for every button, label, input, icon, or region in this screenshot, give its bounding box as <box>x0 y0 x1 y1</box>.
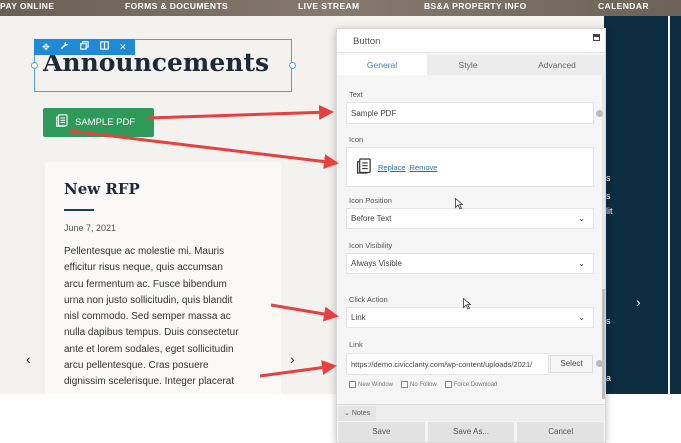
annotation-arrow <box>270 303 339 322</box>
cursor-icon <box>463 298 471 310</box>
annotation-arrow <box>147 104 334 120</box>
cursor-icon <box>455 198 463 210</box>
annotation-arrow <box>259 360 337 378</box>
annotation-arrow <box>69 129 339 170</box>
annotation-arrows <box>69 104 339 378</box>
